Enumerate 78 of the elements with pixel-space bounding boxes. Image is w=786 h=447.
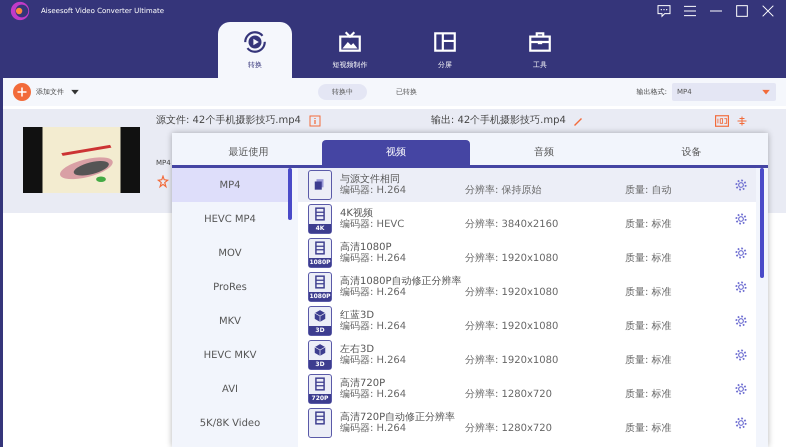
format-tab[interactable]: 音频 bbox=[470, 140, 618, 165]
settings-icon[interactable] bbox=[734, 246, 748, 260]
plus-icon bbox=[16, 86, 28, 98]
menu-icon[interactable] bbox=[682, 3, 698, 19]
settings-icon[interactable] bbox=[734, 280, 748, 294]
settings-icon[interactable] bbox=[734, 314, 748, 328]
dropdown-caret-icon[interactable] bbox=[70, 87, 80, 97]
source-file-name: 源文件: 42个手机摄影技巧.mp4 bbox=[156, 115, 301, 127]
format-list-item[interactable]: HEVC MP4 bbox=[172, 202, 288, 236]
convert-icon bbox=[242, 29, 268, 56]
settings-icon[interactable] bbox=[734, 348, 748, 362]
quality-text: 质量: 标准 bbox=[625, 389, 672, 400]
add-file-button[interactable] bbox=[13, 83, 31, 101]
settings-icon[interactable] bbox=[734, 382, 748, 396]
encoder-text: 编码器: H.264 bbox=[340, 355, 408, 366]
quality-text: 质量: 标准 bbox=[625, 355, 672, 366]
quality-text: 质量: 标准 bbox=[625, 253, 672, 264]
format-list-item[interactable]: HEVC MKV bbox=[172, 338, 288, 372]
preset-name: 高清1080P自动修正分辨率 bbox=[340, 276, 462, 287]
output-file-name: 输出: 42个手机摄影技巧.mp4 bbox=[430, 115, 566, 127]
film-icon bbox=[313, 275, 327, 289]
preset-name: 高清720P自动修正分辨率 bbox=[340, 412, 456, 423]
quality-text: 质量: 自动 bbox=[625, 185, 672, 196]
scrollbar-thumb[interactable] bbox=[760, 168, 764, 278]
resolution-text: 分辨率: 1920x1080 bbox=[465, 321, 560, 332]
resolution-text: 分辨率: 1280x720 bbox=[465, 389, 554, 400]
scrollbar-thumb[interactable] bbox=[288, 168, 292, 220]
preset-name: 红蓝3D bbox=[340, 310, 376, 321]
info-icon[interactable] bbox=[308, 115, 321, 127]
feedback-icon[interactable] bbox=[656, 3, 672, 19]
preset-name: 4K视频 bbox=[340, 208, 374, 219]
settings-icon[interactable] bbox=[734, 416, 748, 430]
encoder-text: 编码器: H.264 bbox=[340, 287, 408, 298]
encoder-text: 编码器: H.264 bbox=[340, 321, 408, 332]
encoder-text: 编码器: HEVC bbox=[340, 219, 406, 230]
preset-name: 高清1080P bbox=[340, 242, 392, 253]
resolution-text: 分辨率: 3840x2160 bbox=[465, 219, 560, 230]
resolution-text: 分辨率: 1920x1080 bbox=[465, 287, 560, 298]
format-list-item[interactable]: ProRes bbox=[172, 270, 288, 304]
film-icon bbox=[313, 377, 327, 391]
enhance-icon[interactable] bbox=[156, 174, 170, 188]
settings-icon[interactable] bbox=[734, 178, 748, 192]
quality-text: 质量: 标准 bbox=[625, 219, 672, 230]
trim-icon[interactable] bbox=[736, 115, 748, 127]
cube-icon bbox=[313, 309, 327, 323]
format-list-item[interactable]: MOV bbox=[172, 236, 288, 270]
dropdown-caret-icon bbox=[761, 87, 771, 97]
cube-icon bbox=[313, 343, 327, 357]
encoder-text: 编码器: H.264 bbox=[340, 423, 408, 434]
format-list-item[interactable]: MKV bbox=[172, 304, 288, 338]
film-icon bbox=[313, 207, 327, 221]
format-tab[interactable]: 视频 bbox=[322, 140, 470, 165]
maximize-icon[interactable] bbox=[734, 3, 750, 19]
encoder-text: 编码器: H.264 bbox=[340, 389, 408, 400]
quality-text: 质量: 标准 bbox=[625, 287, 672, 298]
format-list-item[interactable]: 5K/8K Video bbox=[172, 406, 288, 440]
format-tab[interactable]: 设备 bbox=[618, 140, 766, 165]
resolution-text: 分辨率: 1920x1080 bbox=[465, 355, 560, 366]
film-icon bbox=[313, 241, 327, 255]
preset-name: 与源文件相同 bbox=[340, 174, 401, 185]
quality-text: 质量: 标准 bbox=[625, 423, 672, 434]
resolution-text: 分辨率: 1280x720 bbox=[465, 423, 554, 434]
format-list-item[interactable]: MP4 bbox=[172, 168, 288, 202]
format-tab[interactable]: 最近使用 bbox=[174, 140, 322, 165]
encoder-text: 编码器: H.264 bbox=[340, 253, 408, 264]
resolution-text: 分辨率: 保持原始 bbox=[465, 185, 543, 196]
close-icon[interactable] bbox=[760, 3, 776, 19]
encoder-text: 编码器: H.264 bbox=[340, 185, 408, 196]
id3-icon[interactable] bbox=[714, 114, 730, 128]
preset-row[interactable]: 与源文件相同 编码器: H.264 分辨率: 保持原始 质量: 自动 bbox=[298, 168, 756, 202]
preset-name: 高清720P bbox=[340, 378, 386, 389]
quality-text: 质量: 标准 bbox=[625, 321, 672, 332]
film-icon bbox=[313, 411, 327, 425]
preset-name: 左右3D bbox=[340, 344, 376, 355]
settings-icon[interactable] bbox=[734, 212, 748, 226]
resolution-text: 分辨率: 1920x1080 bbox=[465, 253, 560, 264]
edit-icon[interactable] bbox=[572, 115, 584, 127]
format-list-item[interactable]: AVI bbox=[172, 372, 288, 406]
